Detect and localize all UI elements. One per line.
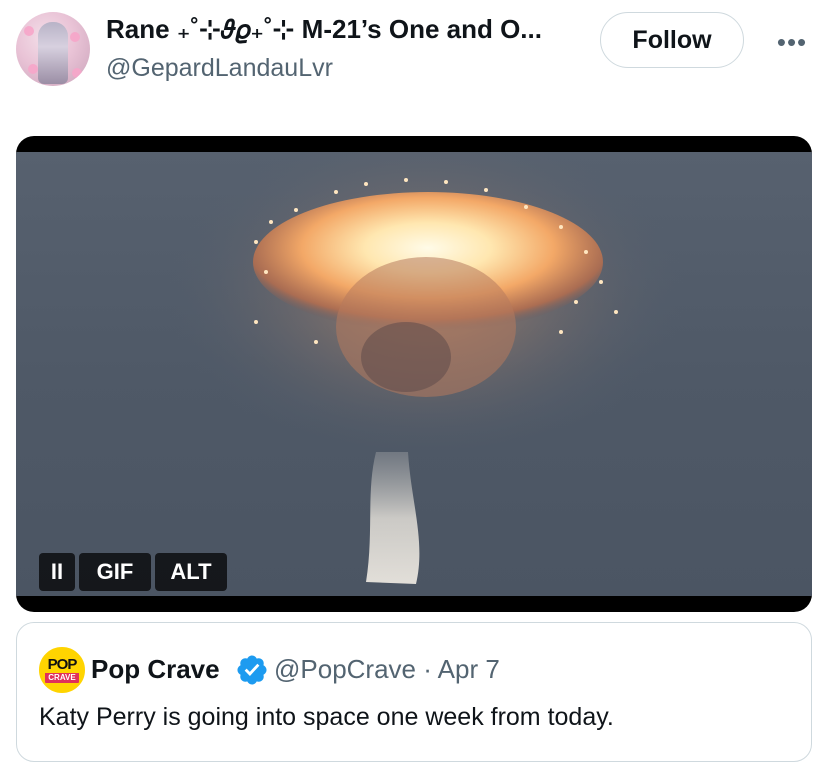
post-header: Rane ₊˚⊹𝜗𝜚₊˚⊹ M-21’s One and O... @Gepar… [0, 0, 824, 100]
anime-avatar-icon[interactable] [16, 12, 90, 86]
more-dots-icon[interactable]: ••• [772, 22, 812, 62]
alt-text-button[interactable]: ALT [155, 553, 227, 591]
gif-media[interactable]: II GIF ALT [16, 136, 812, 612]
author-display-name[interactable]: Rane ₊˚⊹𝜗𝜚₊˚⊹ M-21’s One and O... [106, 14, 586, 46]
quoted-post[interactable]: POP CRAVE Pop Crave @PopCrave · Apr 7 Ka… [16, 622, 812, 762]
quoted-author-name[interactable]: Pop Crave [91, 654, 220, 685]
quoted-post-text: Katy Perry is going into space one week … [39, 703, 614, 731]
petal-decoration [28, 64, 38, 74]
petal-decoration [70, 32, 80, 42]
quoted-handle-date[interactable]: @PopCrave · Apr 7 [274, 654, 500, 685]
gif-frame [16, 152, 812, 596]
author-handle[interactable]: @GepardLandauLvr [106, 54, 333, 83]
pause-icon[interactable]: II [39, 553, 75, 591]
pop-crave-avatar-icon[interactable]: POP CRAVE [39, 647, 85, 693]
follow-button[interactable]: Follow [600, 12, 744, 68]
gif-badge: GIF [79, 553, 151, 591]
avatar-logo-bottom: CRAVE [45, 673, 79, 683]
petal-decoration [72, 68, 82, 78]
explosion-image [166, 152, 686, 584]
media-controls: II GIF ALT [39, 553, 227, 591]
avatar-logo-top: POP [47, 656, 78, 673]
verified-badge-icon [237, 655, 267, 685]
avatar-figure [38, 22, 68, 84]
petal-decoration [24, 26, 34, 36]
